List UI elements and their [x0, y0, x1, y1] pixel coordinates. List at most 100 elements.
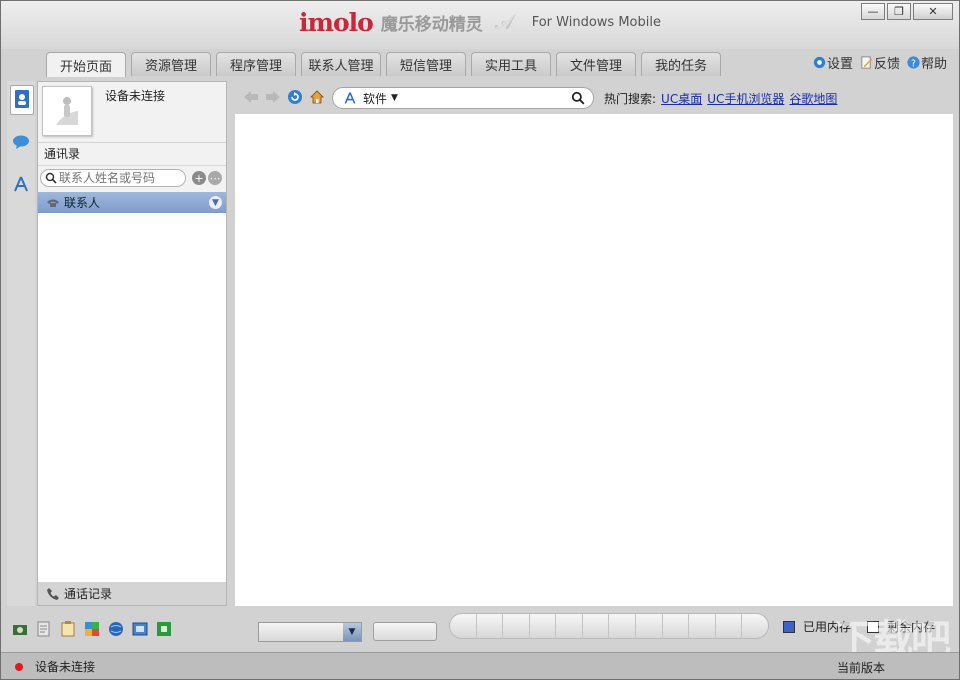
contacts-panel: 设备未连接 通讯录 + ⋯ 联系人 ▼ 通话记录	[37, 81, 227, 606]
address-bar[interactable]: 软件 ▼	[332, 87, 594, 109]
contacts-book-icon	[14, 89, 30, 112]
phone-icon	[46, 198, 60, 208]
tab-start-page[interactable]: 开始页面	[46, 52, 126, 77]
tab-contact-management[interactable]: 联系人管理	[301, 52, 381, 76]
forward-button[interactable]	[263, 88, 283, 108]
caret-down-icon[interactable]: ▼	[391, 93, 398, 103]
search-icon	[45, 172, 57, 184]
memory-gauge-segment	[742, 614, 768, 638]
main-tabs: 开始页面 资源管理 程序管理 联系人管理 短信管理 实用工具 文件管理 我的任务	[46, 52, 726, 77]
contact-search-input[interactable]	[57, 171, 179, 185]
tab-program-management[interactable]: 程序管理	[216, 52, 296, 76]
puzzle-tool-button[interactable]	[83, 621, 101, 639]
sidebar-item-contacts[interactable]	[10, 85, 34, 115]
app-store-small-icon	[343, 91, 357, 105]
address-book-title: 通讯录	[38, 142, 226, 165]
platform-label: For Windows Mobile	[531, 14, 661, 30]
logo-mark-icon: 𝒜	[494, 10, 514, 34]
call-log-tab[interactable]: 通话记录	[38, 582, 226, 605]
back-button[interactable]	[241, 88, 261, 108]
home-icon	[309, 89, 325, 108]
settings-link[interactable]: 设置	[812, 53, 853, 72]
document-icon	[36, 621, 52, 640]
status-indicator	[15, 662, 23, 671]
version-label: 当前版本	[836, 661, 885, 675]
memory-gauge-segment	[477, 614, 504, 638]
camera-icon	[12, 621, 28, 640]
contact-search-row: + ⋯	[38, 165, 226, 192]
used-memory-swatch	[783, 620, 795, 633]
gear-icon	[812, 55, 827, 70]
puzzle-icon	[84, 621, 100, 640]
call-log-label: 通话记录	[64, 587, 113, 601]
main-window: imolo 魔乐移动精灵 𝒜 For Windows Mobile — ❐ ✕ …	[0, 0, 960, 680]
photo-tool-button[interactable]	[131, 621, 149, 639]
photo-icon	[132, 621, 148, 640]
memory-gauge-segment	[716, 614, 743, 638]
document-tool-button[interactable]	[35, 621, 53, 639]
device-select[interactable]: ▼	[258, 622, 362, 642]
clipboard-icon	[60, 620, 76, 640]
device-status: 设备未连接	[105, 89, 166, 103]
close-button[interactable]: ✕	[913, 3, 953, 20]
memory-gauge-segment	[583, 614, 610, 638]
tab-sms-management[interactable]: 短信管理	[386, 52, 466, 76]
pencil-icon	[859, 55, 874, 70]
maximize-button[interactable]: ❐	[887, 3, 911, 20]
contact-group-row[interactable]: 联系人 ▼	[38, 192, 226, 213]
contact-group-label: 联系人	[64, 196, 101, 210]
sidebar-item-apps[interactable]	[10, 171, 32, 199]
feedback-link[interactable]: 反馈	[859, 53, 900, 72]
connection-status: 设备未连接	[35, 660, 96, 674]
memory-gauge-segment	[663, 614, 690, 638]
call-log-icon	[46, 587, 60, 601]
status-bar: 设备未连接 当前版本	[1, 652, 959, 679]
bottom-toolbar	[11, 620, 179, 640]
info-field	[373, 622, 437, 641]
sms-bubble-icon	[12, 134, 30, 153]
add-contact-button[interactable]: +	[192, 171, 206, 185]
dropdown-arrow-icon[interactable]: ▼	[343, 623, 361, 641]
memory-gauge	[449, 613, 769, 639]
memory-gauge-segment	[503, 614, 530, 638]
settings-label: 设置	[826, 57, 853, 72]
tab-resource-management[interactable]: 资源管理	[131, 52, 211, 76]
memory-gauge-segment	[609, 614, 637, 638]
address-category: 软件	[363, 91, 388, 106]
sidebar-strip	[7, 81, 35, 606]
help-link[interactable]: ? 帮助	[906, 53, 947, 72]
screenshot-tool-button[interactable]	[11, 621, 29, 639]
top-links: 设置 反馈 ? 帮助	[806, 53, 947, 72]
browser-nav	[241, 85, 329, 111]
clipboard-tool-button[interactable]	[59, 620, 77, 640]
window-controls: — ❐ ✕	[859, 3, 953, 20]
sidebar-item-sms[interactable]	[10, 129, 32, 157]
refresh-button[interactable]	[285, 88, 305, 108]
tab-my-tasks[interactable]: 我的任务	[641, 52, 721, 76]
memory-gauge-segment	[450, 614, 477, 638]
minimize-button[interactable]: —	[861, 3, 885, 20]
help-label: 帮助	[920, 57, 947, 72]
title-bar: imolo 魔乐移动精灵 𝒜 For Windows Mobile — ❐ ✕	[1, 1, 959, 49]
chip-tool-button[interactable]	[155, 621, 173, 639]
tab-file-management[interactable]: 文件管理	[556, 52, 636, 76]
hot-link-google-maps[interactable]: 谷歌地图	[789, 90, 837, 107]
device-box: 设备未连接	[38, 82, 226, 142]
memory-gauge-segment	[556, 614, 583, 638]
hot-search: 热门搜索: UC桌面 UC手机浏览器 谷歌地图	[604, 90, 837, 107]
search-submit-icon[interactable]	[571, 91, 585, 105]
app-name: 魔乐移动精灵	[380, 14, 483, 35]
help-icon: ?	[906, 55, 921, 70]
refresh-icon	[287, 89, 303, 108]
more-options-button[interactable]: ⋯	[208, 171, 222, 185]
hot-link-uc-desktop[interactable]: UC桌面	[661, 90, 702, 107]
home-button[interactable]	[307, 88, 327, 108]
tab-utilities[interactable]: 实用工具	[471, 52, 551, 76]
app-store-icon	[12, 175, 30, 196]
globe-tool-button[interactable]	[107, 621, 125, 639]
chevron-down-icon[interactable]: ▼	[209, 196, 222, 209]
hot-link-uc-browser[interactable]: UC手机浏览器	[707, 90, 784, 107]
contact-search-box	[40, 169, 186, 187]
memory-gauge-segment	[636, 614, 663, 638]
globe-icon	[108, 621, 124, 640]
